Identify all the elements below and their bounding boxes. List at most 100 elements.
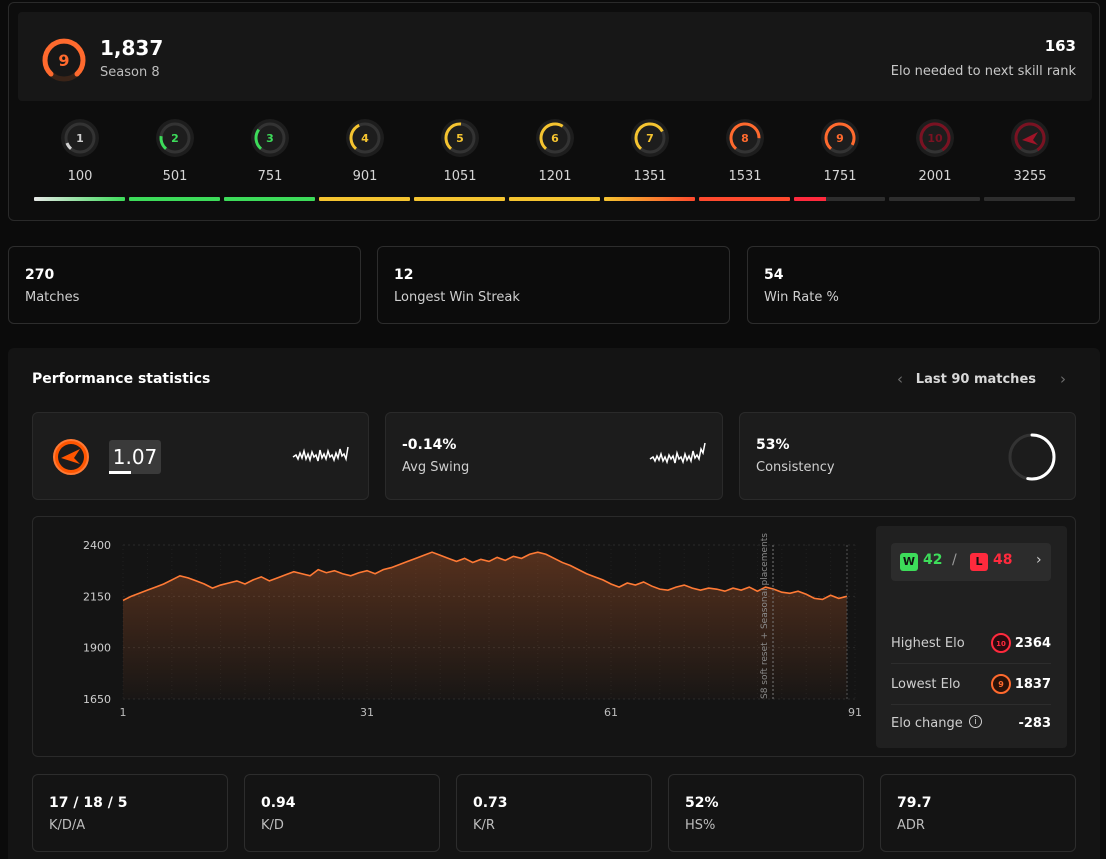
svg-text:8: 8 <box>741 132 749 145</box>
svg-text:10: 10 <box>927 132 943 145</box>
y-tick-label: 1650 <box>83 693 111 706</box>
adr-label: ADR <box>897 818 925 833</box>
chevron-right-icon[interactable]: › <box>1060 370 1066 388</box>
svg-text:9: 9 <box>58 51 69 70</box>
level-7: 7 1351 <box>604 118 696 184</box>
elo-needed-value: 163 <box>1044 37 1076 55</box>
hs-value: 52% <box>685 795 719 811</box>
hs-card: 52% HS% <box>668 774 864 852</box>
level-elo: 1201 <box>538 169 572 184</box>
level-elo: 2001 <box>918 169 952 184</box>
stat-value: 270 <box>25 267 55 283</box>
skill-header: 9 1,837 Season 8 163 Elo needed to next … <box>18 12 1092 101</box>
avg-swing-label: Avg Swing <box>402 460 470 475</box>
level-4-badge-icon: 4 <box>346 119 384 157</box>
lowest-elo-row: Lowest Elo 9 1837 <box>891 674 1051 694</box>
level-8-badge-icon: 8 <box>726 119 764 157</box>
lowest-elo-label: Lowest Elo <box>891 677 961 692</box>
performance-title: Performance statistics <box>32 371 211 387</box>
season-label: Season 8 <box>100 65 160 80</box>
elo-needed-label: Elo needed to next skill rank <box>890 64 1076 79</box>
info-icon[interactable]: i <box>969 715 982 728</box>
kr-value: 0.73 <box>473 795 508 811</box>
svg-text:5: 5 <box>456 132 464 145</box>
stat-value: 12 <box>394 267 414 283</box>
svg-text:3: 3 <box>266 132 274 145</box>
faceit-logo-icon <box>53 439 89 475</box>
level-1-badge-icon: 1 <box>61 119 99 157</box>
kd-stat-label: K/D <box>261 818 284 833</box>
consistency-label: Consistency <box>756 460 835 475</box>
y-tick-label: 2400 <box>83 539 111 552</box>
wl-separator: / <box>952 552 957 568</box>
divider <box>891 704 1051 705</box>
level-10: 10 2001 <box>889 118 981 184</box>
level-progress-bar <box>984 197 1075 201</box>
avg-swing-value: -0.14% <box>402 437 457 453</box>
kda-label: K/D/A <box>49 818 86 833</box>
level-progress-bar <box>699 197 790 201</box>
elo-chart[interactable]: 2400 2150 1900 1650 1 31 61 91 S8 soft reset + S… <box>33 517 873 758</box>
kd-progress <box>109 471 131 474</box>
highest-elo-row: Highest Elo 10 2364 <box>891 633 1051 653</box>
swing-sparkline <box>649 442 706 465</box>
level-elo: 1751 <box>823 169 857 184</box>
season-reset-annotation: S8 soft reset + Seasonal placements <box>760 533 770 699</box>
skill-level-card: 9 1,837 Season 8 163 Elo needed to next … <box>8 2 1100 221</box>
level-2: 2 501 <box>129 118 221 184</box>
level-progress-bar <box>794 197 885 201</box>
svg-text:10: 10 <box>996 640 1006 648</box>
level-progress-bar <box>889 197 980 201</box>
level-progress-bar <box>34 197 125 201</box>
x-tick-label: 1 <box>120 706 127 719</box>
match-range-label: Last 90 matches <box>915 372 1036 387</box>
kr-card: 0.73 K/R <box>456 774 652 852</box>
level-2-badge-icon: 2 <box>156 119 194 157</box>
svg-text:2: 2 <box>171 132 179 145</box>
consistency-card: 53% Consistency <box>739 412 1076 500</box>
kd-card: 0.94 K/D <box>244 774 440 852</box>
losses-count: 48 <box>993 552 1013 568</box>
svg-text:6: 6 <box>551 132 559 145</box>
stat-card-matches: 270 Matches <box>8 246 361 324</box>
loss-badge: L <box>970 553 988 571</box>
kd-metric-card: 1.07 <box>32 412 369 500</box>
level-elo: 100 <box>67 169 93 184</box>
x-tick-label: 91 <box>848 706 862 719</box>
highest-elo-label: Highest Elo <box>891 636 965 651</box>
level-progress-bar <box>414 197 505 201</box>
elo-chart-card: 2400 2150 1900 1650 1 31 61 91 S8 soft reset + S… <box>32 516 1076 757</box>
current-elo: 1,837 <box>100 36 164 60</box>
level-4: 4 901 <box>319 118 411 184</box>
level-5: 5 1051 <box>414 118 506 184</box>
adr-value: 79.7 <box>897 795 932 811</box>
elo-change-row: Elo change i -283 <box>891 715 1051 731</box>
level-7-badge-icon: 7 <box>631 119 669 157</box>
level-elo: 1051 <box>443 169 477 184</box>
level-10-badge-icon: 10 <box>991 633 1011 653</box>
level-8: 8 1531 <box>699 118 791 184</box>
level-10-badge-icon: 10 <box>916 119 954 157</box>
kd-sparkline <box>292 446 349 463</box>
kr-label: K/R <box>473 818 495 833</box>
kda-value: 17 / 18 / 5 <box>49 795 128 811</box>
level-elo: 1531 <box>728 169 762 184</box>
stat-label: Win Rate % <box>764 290 839 305</box>
svg-text:4: 4 <box>361 132 369 145</box>
hs-label: HS% <box>685 818 716 833</box>
lowest-elo-value: 1837 <box>1014 677 1051 692</box>
avg-swing-card: -0.14% Avg Swing <box>385 412 723 500</box>
win-badge: W <box>900 553 918 571</box>
elo-change-value: -283 <box>1018 716 1051 731</box>
chevron-left-icon[interactable]: ‹ <box>897 370 903 388</box>
stat-card-win-rate: 54 Win Rate % <box>747 246 1100 324</box>
level-1: 1 100 <box>34 118 126 184</box>
elo-area <box>123 552 847 699</box>
kd-value: 1.07 <box>109 440 161 474</box>
level-progress-bar <box>604 197 695 201</box>
level-challenger: 3255 <box>984 118 1076 184</box>
level-progress-bar <box>509 197 600 201</box>
win-loss-summary[interactable]: W 42 / L 48 › <box>891 543 1051 581</box>
kd-stat-value: 0.94 <box>261 795 296 811</box>
level-6: 6 1201 <box>509 118 601 184</box>
